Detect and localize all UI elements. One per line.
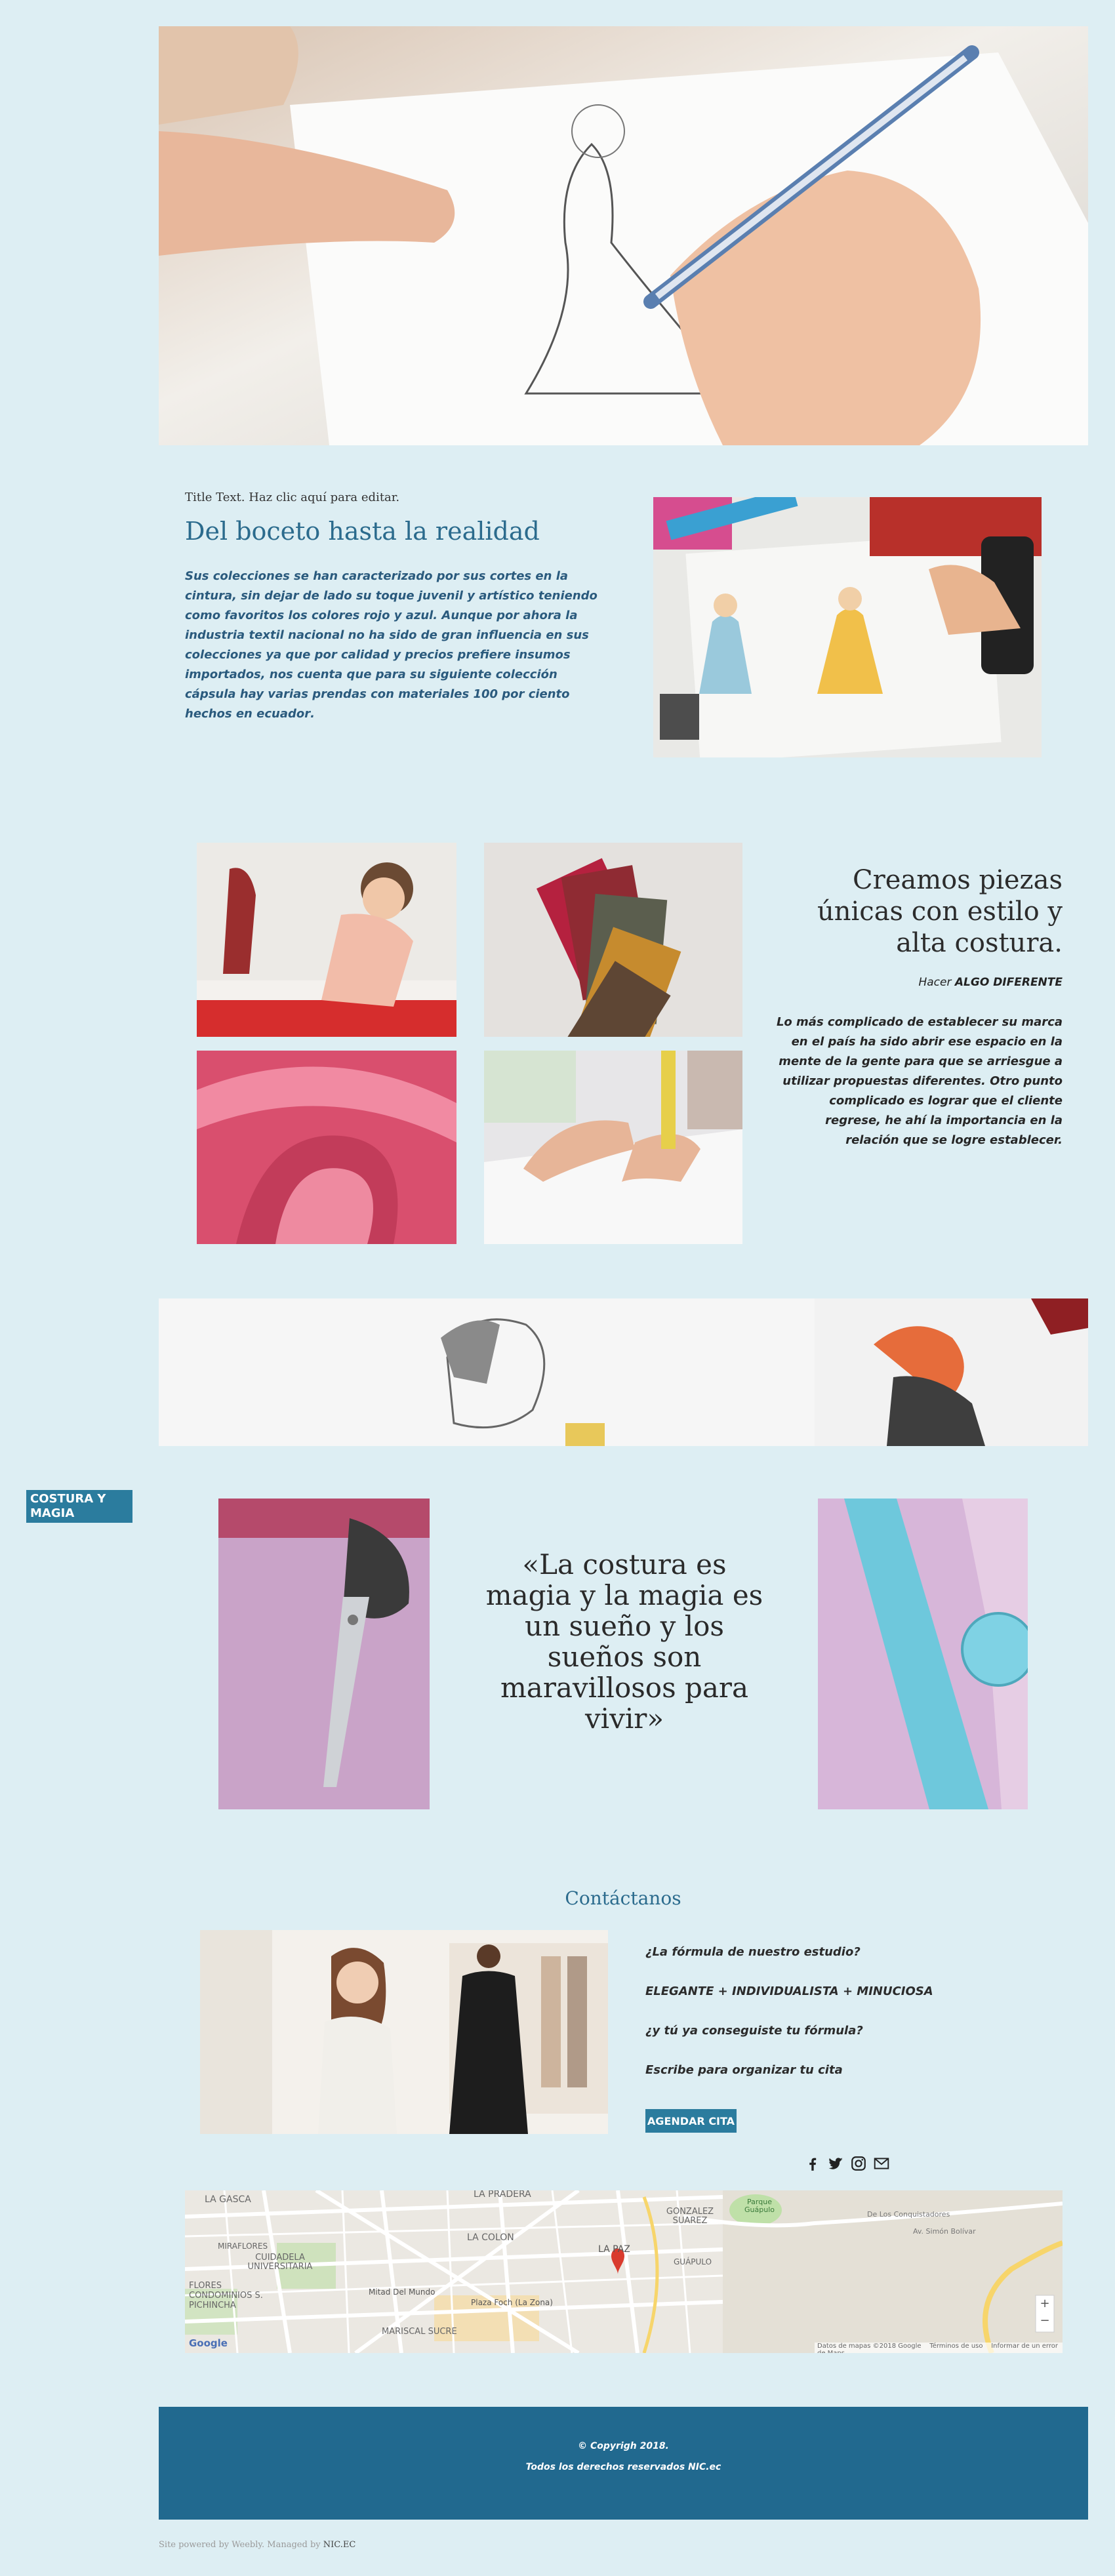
map-label: LA PAZ xyxy=(598,2244,630,2255)
sketch-banner-image xyxy=(159,1298,1088,1446)
tape-image xyxy=(818,1499,1028,1809)
gallery-image-4 xyxy=(484,1051,742,1244)
agendar-cita-button[interactable]: AGENDAR CITA xyxy=(645,2109,737,2133)
map-label: CUIDADELA UNIVERSITARIA xyxy=(247,2253,313,2272)
map-attribution: Datos de mapas ©2018 Google Términos de … xyxy=(815,2343,1063,2353)
map-label: LA PRADERA xyxy=(474,2190,531,2200)
map-label: LA COLON xyxy=(467,2232,514,2243)
intro-heading: Del boceto hasta la realidad xyxy=(185,517,540,546)
quote-text: «La costura es magia y la magia es un su… xyxy=(485,1548,763,1735)
twitter-icon[interactable] xyxy=(827,2155,844,2172)
map-label: MARISCAL SUCRE xyxy=(382,2327,457,2337)
powered-by: Site powered by Weebly. Managed by NIC.E… xyxy=(159,2540,356,2550)
map-label: De Los Conquistadores xyxy=(867,2210,950,2219)
intro-image xyxy=(653,497,1042,757)
intro-small-title[interactable]: Title Text. Haz clic aquí para editar. xyxy=(185,491,399,504)
map-label: GUÁPULO xyxy=(674,2257,712,2266)
map-label: Plaza Foch (La Zona) xyxy=(471,2298,553,2307)
map-label: LA GASCA xyxy=(205,2194,251,2205)
section2-paragraph: Lo más complicado de establecer su marca… xyxy=(776,1015,1063,1147)
gallery-image-1 xyxy=(197,843,456,1037)
map-label: GONZALEZ SUAREZ xyxy=(666,2207,714,2226)
section2-heading: Creamos piezas únicas con estilo y alta … xyxy=(817,865,1063,958)
contact-line-2: ELEGANTE + INDIVIDUALISTA + MINUCIOSA xyxy=(645,1984,933,1998)
footer: © Copyrigh 2018. Todos los derechos rese… xyxy=(159,2407,1088,2520)
section2-subheading: Hacer ALGO DIFERENTE xyxy=(918,976,1063,989)
gallery-image-2 xyxy=(484,843,742,1037)
map-embed[interactable]: LA GASCA LA PRADERA LA PAZ MIRAFLORES CU… xyxy=(185,2190,1063,2353)
nic-link[interactable]: NIC.EC xyxy=(323,2540,356,2550)
contact-image xyxy=(200,1930,608,2134)
side-tag: COSTURA Y MAGIA xyxy=(26,1490,132,1523)
map-label: MIRAFLORES xyxy=(218,2242,268,2251)
map-label: Av. Simón Bolívar xyxy=(913,2227,976,2236)
facebook-icon[interactable] xyxy=(804,2155,821,2172)
zoom-in-button[interactable]: + xyxy=(1036,2297,1054,2314)
footer-copyright: © Copyrigh 2018. xyxy=(578,2441,669,2451)
instagram-icon[interactable] xyxy=(850,2155,867,2172)
map-label: Parque Guápulo xyxy=(744,2198,775,2214)
contact-line-4: Escribe para organizar tu cita xyxy=(645,2063,843,2077)
footer-rights: Todos los derechos reservados NIC.ec xyxy=(525,2462,721,2472)
map-label: FLORES CONDOMINIOS S. PICHINCHA xyxy=(189,2281,263,2310)
zoom-out-button[interactable]: − xyxy=(1036,2314,1054,2331)
gallery-image-3 xyxy=(197,1051,456,1244)
contact-line-3: ¿y tú ya conseguiste tu fórmula? xyxy=(645,2024,863,2038)
map-terms-link[interactable]: Términos de uso xyxy=(929,2343,983,2350)
google-logo: Google xyxy=(189,2337,228,2349)
hero-image xyxy=(159,26,1088,445)
contact-line-1: ¿La fórmula de nuestro estudio? xyxy=(645,1945,861,1959)
map-label: Mitad Del Mundo xyxy=(369,2287,436,2297)
intro-paragraph: Sus colecciones se han caracterizado por… xyxy=(185,569,598,721)
mail-icon[interactable] xyxy=(873,2155,890,2172)
contact-heading: Contáctanos xyxy=(565,1887,681,1909)
scissors-image xyxy=(218,1499,430,1809)
